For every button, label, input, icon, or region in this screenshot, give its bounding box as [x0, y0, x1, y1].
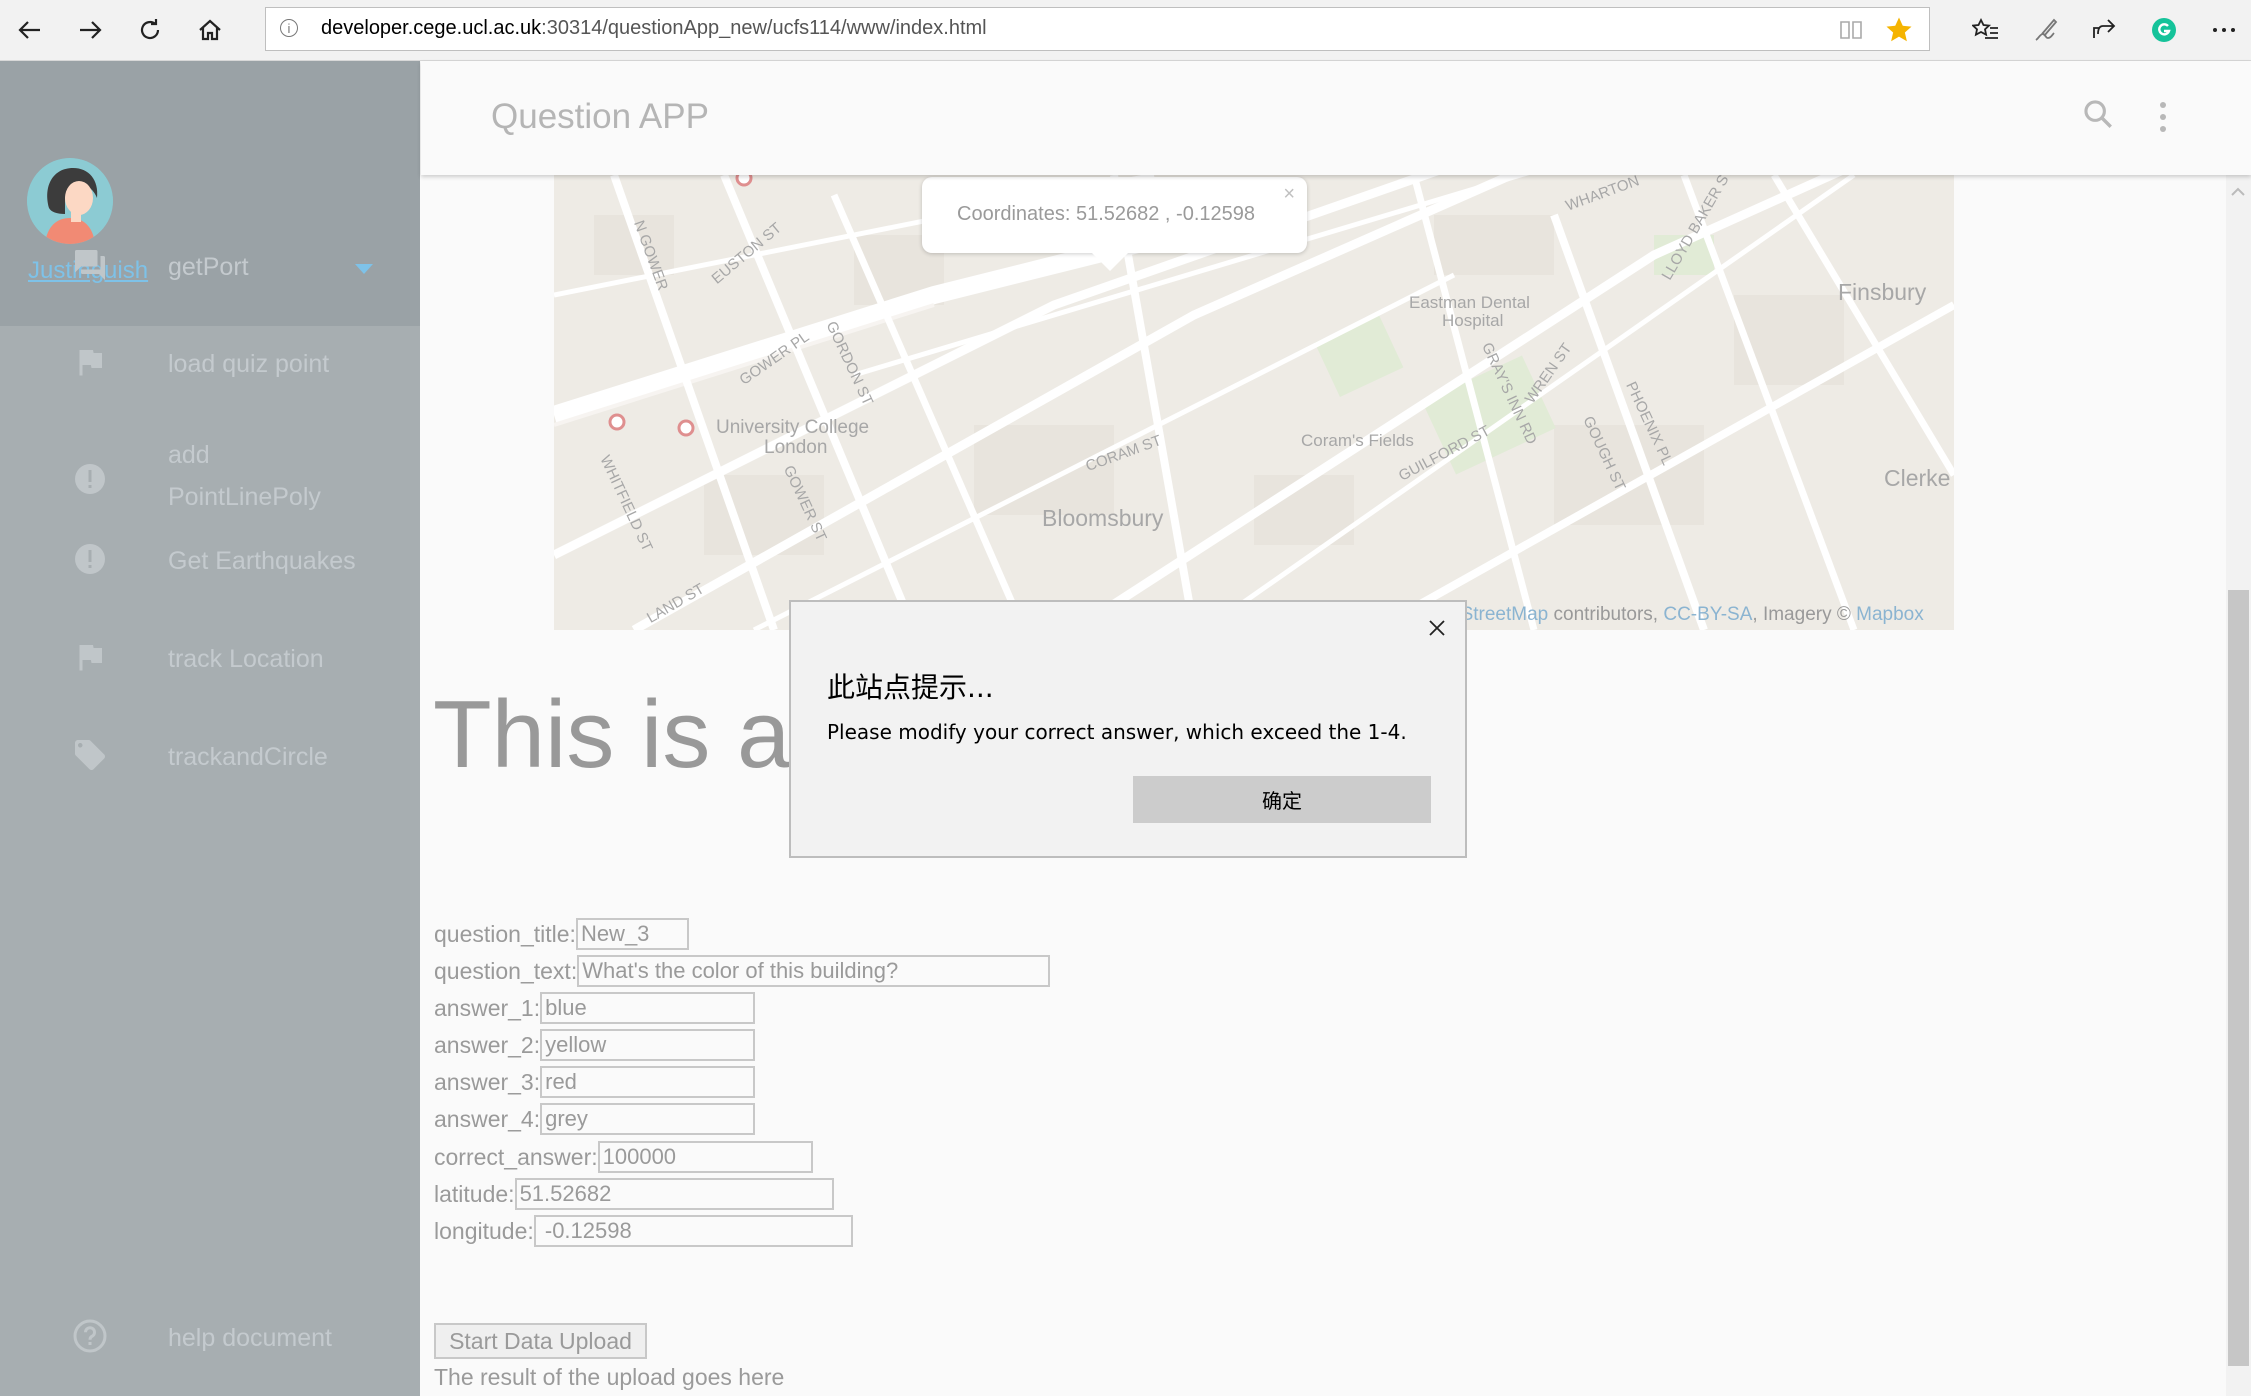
avatar[interactable] [27, 158, 113, 244]
ok-button[interactable]: 确定 [1133, 776, 1431, 823]
answer-2-row: answer_2: [434, 1029, 756, 1063]
menu-item-help-document[interactable]: help document [0, 1308, 420, 1368]
favorite-star-icon[interactable] [1884, 15, 1914, 50]
mapbox-link[interactable]: Mapbox [1856, 604, 1924, 625]
menu-item-getport[interactable]: getPort [0, 237, 420, 297]
menu-label-load-quiz-point: load quiz point [168, 350, 330, 378]
page-title: Question APP [491, 97, 709, 136]
question-title-label: question_title: [434, 920, 576, 947]
main-heading: This is a [433, 681, 791, 788]
url-host: developer.cege.ucl.ac.uk [321, 17, 542, 39]
popup-close-icon[interactable]: × [1283, 183, 1295, 206]
overflow-menu-icon[interactable] [2157, 101, 2169, 138]
answer-4-input[interactable] [540, 1103, 756, 1135]
answer-2-input[interactable] [540, 1029, 756, 1061]
menu-label-pointlinepoly: PointLinePoly [168, 483, 321, 511]
tag-icon [72, 737, 108, 773]
answer-1-input[interactable] [540, 992, 756, 1024]
question-title-input[interactable] [575, 918, 689, 950]
dialog-title: 此站点提示... [827, 671, 994, 704]
share-icon[interactable] [2086, 12, 2122, 48]
answer-4-row: answer_4: [434, 1103, 756, 1137]
question-title-row: question_title: [434, 918, 689, 952]
menu-label-add: add [168, 441, 210, 469]
refresh-icon[interactable] [132, 12, 168, 48]
attribution-imagery-text: , Imagery © [1752, 604, 1857, 625]
reading-view-icon[interactable] [1838, 18, 1864, 47]
longitude-label: longitude: [434, 1217, 534, 1244]
forum-icon [72, 247, 108, 283]
question-text-row: question_text: [434, 955, 1051, 989]
answer-2-label: answer_2: [434, 1031, 541, 1058]
menu-item-get-earthquakes[interactable]: Get Earthquakes [0, 531, 420, 591]
more-options-icon[interactable] [2206, 12, 2242, 48]
menu-item-track-location[interactable]: track Location [0, 629, 420, 689]
correct-answer-label: correct_answer: [434, 1143, 598, 1170]
menu-item-load-quiz-point[interactable]: load quiz point [0, 334, 420, 394]
menu-label-getport: getPort [168, 253, 249, 281]
back-icon[interactable] [12, 12, 48, 48]
question-text-input[interactable] [577, 955, 1051, 987]
info-icon[interactable]: i [280, 19, 298, 37]
correct-answer-input[interactable] [597, 1141, 813, 1173]
menu-item-add-pointlinepoly[interactable]: add PointLinePoly [0, 421, 420, 521]
menu-label-help-document: help document [168, 1324, 333, 1352]
answer-3-label: answer_3: [434, 1068, 541, 1095]
favorites-list-icon[interactable] [1968, 12, 2004, 48]
latitude-input[interactable] [514, 1178, 834, 1210]
answer-3-row: answer_3: [434, 1066, 756, 1100]
forward-icon[interactable] [72, 12, 108, 48]
map-attribution: nStreetMap contributors, CC-BY-SA, Image… [1450, 604, 1924, 626]
start-data-upload-button[interactable]: Start Data Upload [434, 1323, 647, 1359]
latitude-row: latitude: [434, 1178, 834, 1212]
help-circle-icon [72, 1318, 108, 1354]
url-text[interactable]: developer.cege.ucl.ac.uk:30314/questionA… [321, 17, 987, 40]
latitude-label: latitude: [434, 1180, 515, 1207]
menu-item-trackandcircle[interactable]: trackandCircle [0, 727, 420, 787]
navigation-drawer: Justinguish getPort load quiz point add … [0, 61, 420, 1396]
close-icon[interactable] [1427, 618, 1447, 638]
upload-result-text: The result of the upload goes here [434, 1364, 785, 1390]
answer-4-label: answer_4: [434, 1105, 541, 1132]
attribution-text: contributors, [1548, 604, 1664, 625]
correct-answer-row: correct_answer: [434, 1141, 813, 1175]
search-icon[interactable] [2081, 97, 2115, 136]
address-bar[interactable]: i developer.cege.ucl.ac.uk:30314/questio… [265, 7, 1930, 51]
app-header: Question APP [421, 61, 2251, 175]
popup-coordinates: Coordinates: 51.52682 , -0.12598 [957, 203, 1255, 225]
alert-circle-icon [72, 461, 108, 497]
menu-label-get-earthquakes: Get Earthquakes [168, 547, 356, 575]
answer-1-label: answer_1: [434, 994, 541, 1021]
menu-label-track-location: track Location [168, 645, 324, 673]
scroll-up-icon[interactable] [2226, 181, 2251, 201]
alert-dialog: 此站点提示... Please modify your correct answ… [789, 600, 1467, 858]
home-icon[interactable] [192, 12, 228, 48]
cc-by-sa-link[interactable]: CC-BY-SA [1663, 604, 1752, 625]
browser-toolbar: i developer.cege.ucl.ac.uk:30314/questio… [0, 0, 2251, 61]
answer-3-input[interactable] [540, 1066, 756, 1098]
grammarly-icon[interactable] [2146, 12, 2182, 48]
alert-circle-icon [72, 541, 108, 577]
dialog-message: Please modify your correct answer, which… [827, 720, 1407, 744]
answer-1-row: answer_1: [434, 992, 756, 1026]
flag-icon [72, 344, 108, 380]
scrollbar-thumb[interactable] [2228, 590, 2249, 1366]
map-popup: Coordinates: 51.52682 , -0.12598 × [922, 177, 1307, 271]
question-text-label: question_text: [434, 957, 578, 984]
flag-icon [72, 639, 108, 675]
menu-label-trackandcircle: trackandCircle [168, 743, 328, 771]
url-path: :30314/questionApp_new/ucfs114/www/index… [541, 17, 987, 39]
longitude-input[interactable] [533, 1215, 853, 1247]
longitude-row: longitude: [434, 1215, 853, 1249]
pen-notes-icon[interactable] [2028, 12, 2064, 48]
